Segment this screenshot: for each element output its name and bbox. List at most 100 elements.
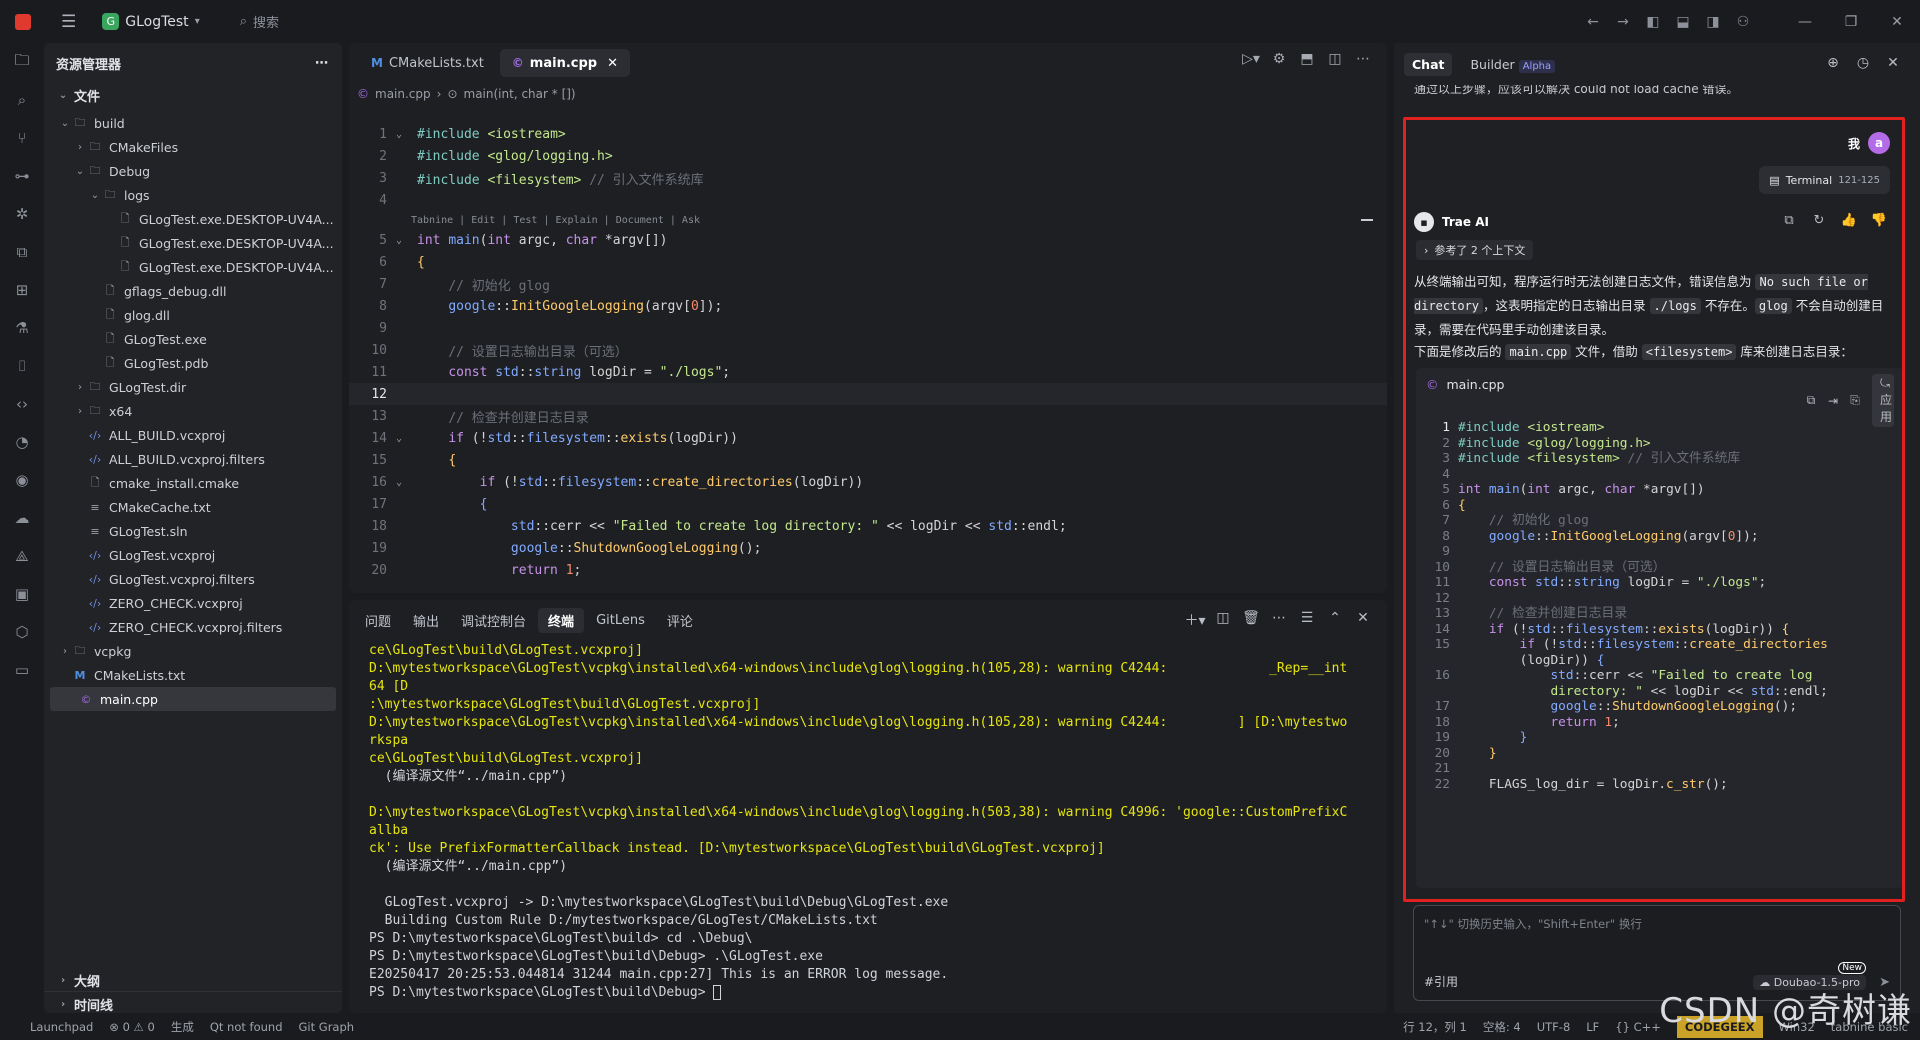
context-reference[interactable]: › 参考了 2 个上下文 [1416, 240, 1534, 260]
tree-item[interactable]: ‹/› GLogTest.vcxproj.filters [44, 567, 342, 591]
trash-icon[interactable]: 🗑 [1237, 610, 1265, 630]
tab-cmakelists[interactable]: M CMakeLists.txt [359, 49, 496, 77]
tree-item[interactable]: ‹/› GLogTest.vcxproj [44, 543, 342, 567]
toggle-aux-bar-icon[interactable]: ◨ [1698, 14, 1728, 30]
split-terminal-icon[interactable]: ◫ [1209, 610, 1237, 630]
tree-item[interactable]: › 🗀 x64 [44, 399, 342, 423]
tree-item[interactable]: ‹/› ZERO_CHECK.vcxproj.filters [44, 615, 342, 639]
restore-icon[interactable]: ❐ [1828, 14, 1874, 30]
tree-item[interactable]: › 🗀 vcpkg [44, 639, 342, 663]
tab-main-cpp[interactable]: © main.cpp ✕ [499, 49, 630, 77]
tree-item[interactable]: 🗋 GLogTest.exe.DESKTOP-UV4A... [44, 231, 342, 255]
project-switcher[interactable]: G GLogTest ▾ [102, 13, 200, 30]
tree-item[interactable]: © main.cpp [50, 687, 336, 711]
tree-item[interactable]: ⌄ 🗀 Debug [44, 159, 342, 183]
terminal-output[interactable]: ce\GLogTest\build\GLogTest.vcxproj] D:\my… [369, 642, 1379, 1002]
tree-item[interactable]: ‹/› ALL_BUILD.vcxproj.filters [44, 447, 342, 471]
copy-icon[interactable]: ⧉ [1774, 213, 1804, 228]
extensions-icon[interactable]: ⊞ [0, 271, 44, 309]
cloud-icon[interactable]: ☁ [0, 499, 44, 537]
copy-code-icon[interactable]: ⧉ [1800, 393, 1822, 408]
tree-item[interactable]: ≡ GLogTest.sln [44, 519, 342, 543]
files-section-header[interactable]: ⌄ 文件 [44, 83, 342, 107]
panel-tab[interactable]: 问题 [355, 608, 401, 633]
more-actions-icon[interactable]: ⋯ [1349, 51, 1377, 67]
more-actions-icon[interactable]: ⋯ [1265, 610, 1293, 630]
back-arrow-icon[interactable]: ← [1578, 14, 1608, 30]
status-item[interactable]: LF [1586, 1020, 1599, 1034]
debug-icon[interactable]: ✲ [0, 195, 44, 233]
run-icon[interactable]: ▷▾ [1237, 51, 1265, 67]
tree-item[interactable]: 🗋 GLogTest.exe.DESKTOP-UV4A... [44, 255, 342, 279]
ai-assistant-icon[interactable]: ◉ [0, 461, 44, 499]
status-item[interactable]: 空格: 4 [1483, 1019, 1521, 1035]
settings-icon[interactable]: ⚙ [1265, 51, 1293, 67]
tree-item[interactable]: ≡ CMakeCache.txt [44, 495, 342, 519]
fold-chevron-icon[interactable]: ⌄ [391, 433, 407, 444]
close-window-icon[interactable]: ✕ [1874, 14, 1920, 30]
codelens-hint[interactable]: Tabnine | Edit | Test | Explain | Docume… [349, 211, 1387, 229]
new-chat-icon[interactable]: ⊕ [1818, 55, 1848, 71]
monitor-icon[interactable]: ▭ [0, 651, 44, 689]
account-icon[interactable]: ⚇ [1728, 14, 1758, 30]
tree-item[interactable]: 🗋 GLogTest.pdb [44, 351, 342, 375]
tree-item[interactable]: › 🗀 CMakeFiles [44, 135, 342, 159]
tab-builder[interactable]: Builder Alpha [1462, 53, 1563, 76]
tree-item[interactable]: 🗋 glog.dll [44, 303, 342, 327]
source-control-icon[interactable]: ⑂ [0, 119, 44, 157]
testing-icon[interactable]: ⚗ [0, 309, 44, 347]
tree-item[interactable]: ‹/› ALL_BUILD.vcxproj [44, 423, 342, 447]
search-view-icon[interactable]: ⌕ [0, 81, 44, 119]
status-item-problems[interactable]: ⊗ 0 ⚠ 0 [109, 1020, 155, 1034]
remote-icon[interactable]: ⧉ [0, 233, 44, 271]
panel-tab[interactable]: 终端 [538, 607, 585, 633]
terminal-context-chip[interactable]: ▤ Terminal 121-125 [1759, 166, 1890, 194]
tree-item[interactable]: ‹/› ZERO_CHECK.vcxproj [44, 591, 342, 615]
panel-tab[interactable]: 评论 [657, 608, 703, 633]
tree-item[interactable]: 🗋 gflags_debug.dll [44, 279, 342, 303]
reference-button[interactable]: #引用 [1424, 973, 1458, 990]
close-icon[interactable]: ✕ [1878, 55, 1908, 71]
insert-code-icon[interactable]: ⇥ [1822, 394, 1844, 408]
status-item[interactable]: UTF-8 [1537, 1020, 1571, 1034]
status-item-build[interactable]: 生成 [171, 1019, 194, 1035]
minimize-icon[interactable]: — [1782, 14, 1828, 30]
fold-chevron-icon[interactable]: ⌄ [391, 477, 407, 488]
toggle-sidebar-icon[interactable]: ◧ [1638, 14, 1668, 30]
split-editor-icon[interactable]: ◫ [1321, 51, 1349, 67]
gitlens-icon[interactable]: ⊶ [0, 157, 44, 195]
new-terminal-icon[interactable]: ＋▾ [1181, 610, 1209, 630]
code-icon[interactable]: ‹› [0, 385, 44, 423]
code-editor[interactable]: 1 ⌄ #include <iostream> 2 #include <glog/log… [349, 123, 1387, 581]
tree-item[interactable]: 🗋 GLogTest.exe.DESKTOP-UV4A... [44, 207, 342, 231]
fold-chevron-icon[interactable]: ⌄ [391, 129, 407, 140]
tab-chat[interactable]: Chat [1404, 52, 1453, 76]
tree-item[interactable]: M CMakeLists.txt [44, 663, 342, 687]
tree-item[interactable]: ⌄ 🗀 build [44, 111, 342, 135]
regenerate-icon[interactable]: ↻ [1804, 213, 1834, 228]
breadcrumb-symbol[interactable]: main(int, char * []) [464, 87, 576, 101]
new-file-icon[interactable]: ⎘ [1844, 393, 1866, 408]
global-search[interactable]: ⌕ 搜索 [240, 12, 279, 31]
panel-tab[interactable]: 调试控制台 [451, 608, 536, 633]
thumbs-down-icon[interactable]: 👎 [1864, 213, 1894, 228]
fold-chevron-icon[interactable]: ⌄ [391, 235, 407, 246]
tree-item[interactable]: 🗋 cmake_install.cmake [44, 471, 342, 495]
outline-section-header[interactable]: › 大纲 [44, 967, 342, 993]
close-panel-icon[interactable]: ✕ [1349, 610, 1377, 630]
status-item-qt[interactable]: Qt not found [210, 1020, 283, 1034]
panel-tab[interactable]: 输出 [403, 608, 449, 633]
maximize-panel-icon[interactable]: ⌃ [1321, 610, 1349, 630]
cube-icon[interactable]: ⬡ [0, 613, 44, 651]
tree-item[interactable]: 🗋 GLogTest.exe [44, 327, 342, 351]
layout-icon[interactable]: ☰ [1293, 610, 1321, 630]
explorer-icon[interactable]: 🗀 [0, 43, 44, 81]
close-tab-icon[interactable]: ✕ [607, 56, 618, 71]
thumbs-up-icon[interactable]: 👍 [1834, 213, 1864, 228]
menu-icon[interactable]: ☰ [61, 12, 76, 32]
more-actions-icon[interactable]: ⋯ [315, 56, 328, 71]
status-item-git-graph[interactable]: Git Graph [299, 1020, 355, 1034]
breadcrumb-file[interactable]: main.cpp [375, 87, 431, 101]
bookmark-icon[interactable]: ⌷ [0, 347, 44, 385]
timeline-icon[interactable]: ◔ [0, 423, 44, 461]
